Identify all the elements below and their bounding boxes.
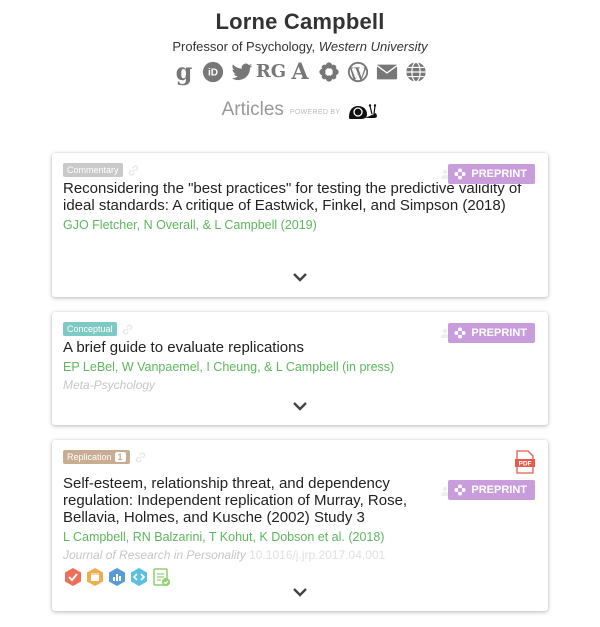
- twitter-icon[interactable]: [229, 59, 255, 85]
- osf-icon: [454, 168, 466, 180]
- preprint-button[interactable]: PREPRINT: [448, 480, 535, 500]
- replication-count: 1: [114, 452, 126, 462]
- email-icon[interactable]: [374, 59, 400, 85]
- article-doi[interactable]: 10.1016/j.jrp.2017.04.001: [249, 548, 385, 562]
- expand-chevron-icon[interactable]: [292, 586, 308, 598]
- link-icon[interactable]: [121, 323, 134, 336]
- link-icon[interactable]: [134, 451, 147, 464]
- prereg-badge-icon[interactable]: [63, 567, 83, 587]
- articles-title: Articles: [221, 99, 284, 120]
- expand-chevron-icon[interactable]: [292, 400, 308, 412]
- code-badge-icon[interactable]: [129, 567, 149, 587]
- osf-icon[interactable]: [316, 59, 342, 85]
- svg-text:iD: iD: [208, 68, 218, 79]
- article-title[interactable]: Self-esteem, relationship threat, and de…: [63, 475, 433, 526]
- preprint-button[interactable]: PREPRINT: [448, 164, 535, 184]
- article-authors: GJO Fletcher, N Overall, & L Campbell (2…: [63, 218, 317, 232]
- transparency-badges: [63, 567, 536, 587]
- powered-by-label: POWERED BY: [289, 108, 341, 116]
- checklist-badge-icon[interactable]: [151, 567, 171, 587]
- link-icon[interactable]: [127, 164, 140, 177]
- website-icon[interactable]: [403, 59, 429, 85]
- expand-chevron-icon[interactable]: [292, 271, 308, 283]
- profile-name: Lorne Campbell: [215, 9, 385, 34]
- article-journal: Journal of Research in Personality 10.10…: [63, 548, 536, 562]
- article-authors: EP LeBel, W Vanpaemel, I Cheung, & L Cam…: [63, 360, 395, 374]
- profile-header: Lorne Campbell Professor of Psychology, …: [0, 0, 600, 121]
- article-card: Conceptual PREPRINT A brief guide to eva…: [52, 312, 548, 425]
- svg-text:PDF: PDF: [519, 461, 532, 468]
- article-card: Replication 1 PDF PREPRINT Self-esteem, r…: [52, 440, 548, 611]
- google-scholar-icon[interactable]: g: [171, 59, 197, 85]
- journal-name: Journal of Research in Personality: [63, 548, 246, 562]
- article-title[interactable]: Reconsidering the "best practices" for t…: [63, 180, 543, 214]
- article-card: Commentary PREPRINT Reconsidering the "b…: [52, 153, 548, 297]
- profile-institution: Western University: [318, 39, 428, 54]
- data-badge-icon[interactable]: [107, 567, 127, 587]
- article-type-tag[interactable]: Replication 1: [63, 450, 130, 464]
- academia-icon[interactable]: A: [287, 59, 313, 85]
- article-journal: Meta-Psychology: [63, 378, 156, 392]
- social-links: g iD RG A: [0, 59, 600, 85]
- osf-icon: [454, 484, 466, 496]
- orcid-icon[interactable]: iD: [200, 59, 226, 85]
- curatescience-snail-logo[interactable]: [346, 100, 378, 120]
- article-type-tag[interactable]: Conceptual: [63, 322, 117, 336]
- preprint-button[interactable]: PREPRINT: [448, 323, 535, 343]
- researchgate-icon[interactable]: RG: [256, 59, 286, 85]
- profile-title: Professor of Psychology, Western Univers…: [0, 39, 600, 54]
- osf-icon: [454, 327, 466, 339]
- pdf-icon[interactable]: PDF: [515, 450, 535, 474]
- profile-position: Professor of Psychology,: [172, 39, 316, 54]
- article-authors: L Campbell, RN Balzarini, T Kohut, K Dob…: [63, 530, 385, 544]
- materials-badge-icon[interactable]: [85, 567, 105, 587]
- wordpress-icon[interactable]: [345, 59, 371, 85]
- article-type-tag[interactable]: Commentary: [63, 163, 123, 177]
- articles-heading: Articles POWERED BY: [0, 99, 600, 121]
